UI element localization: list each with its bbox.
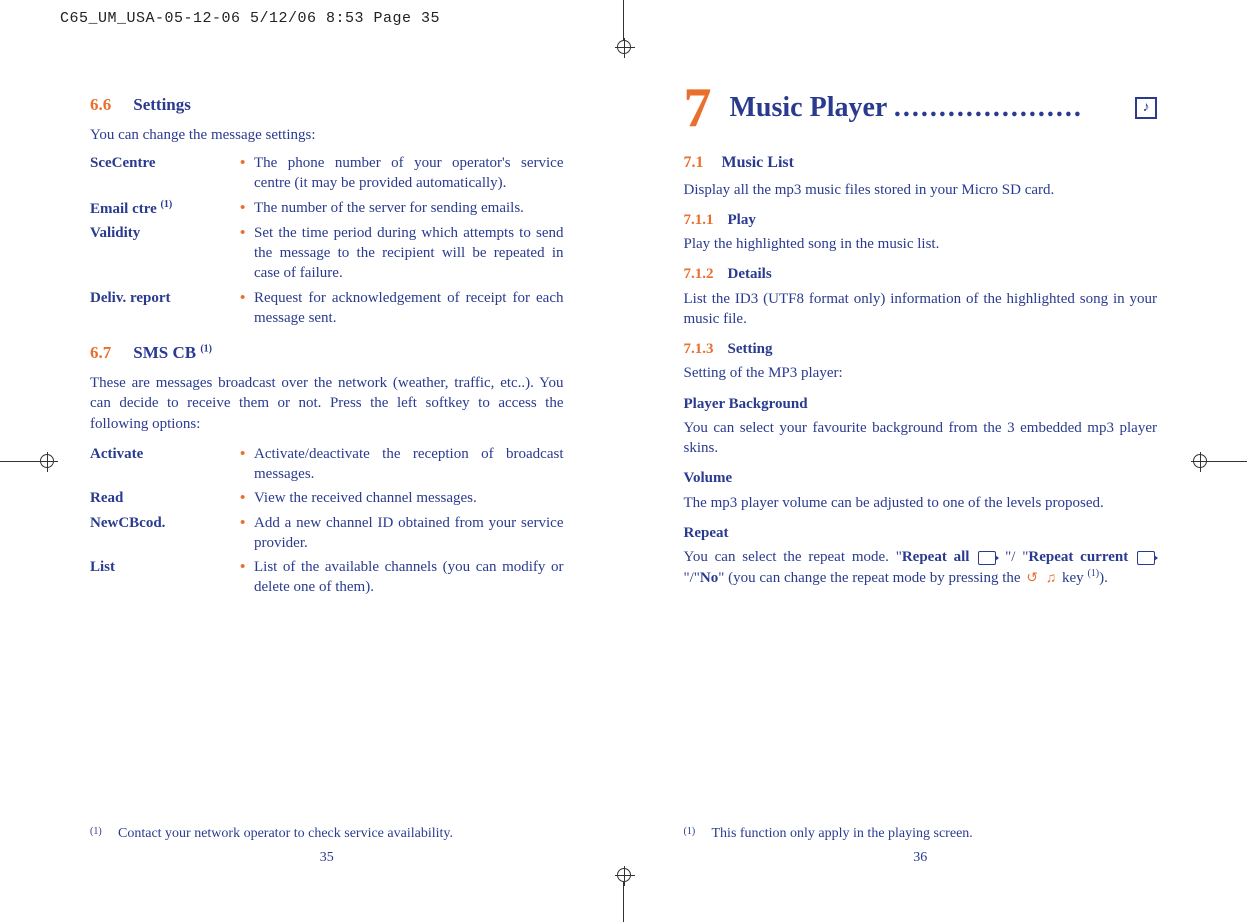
chapter-title: Music Player ..................... (730, 89, 1130, 127)
print-header: C65_UM_USA-05-12-06 5/12/06 8:53 Page 35 (60, 10, 440, 27)
repeat-text: "/ " (998, 549, 1028, 565)
section-7-1-3-body: Setting of the MP3 player: (684, 363, 1158, 383)
repeat-current-label: Repeat current (1028, 549, 1128, 565)
repeat-all-icon (978, 551, 996, 565)
page-spread: 6.6 Settings You can change the message s… (60, 70, 1187, 872)
registration-mark-left (0, 454, 54, 468)
bullet-icon: • (240, 153, 254, 194)
definition-desc: Request for acknowledgement of receipt f… (254, 288, 564, 329)
definition-term: Activate (90, 444, 240, 485)
subsection-number: 7.1.2 (684, 266, 714, 282)
bullet-icon: • (240, 444, 254, 485)
bullet-icon: • (240, 198, 254, 219)
section-7-1-1-heading: 7.1.1 Play (684, 210, 1158, 230)
bullet-icon: • (240, 288, 254, 329)
section-number: 7.1 (684, 154, 704, 171)
definition-desc: The phone number of your operator's serv… (254, 153, 564, 194)
registration-mark-right (1193, 454, 1247, 468)
registration-mark-top (617, 0, 631, 54)
music-note-icon: ♪ (1135, 97, 1157, 119)
bullet-icon: • (240, 513, 254, 554)
definition-desc: The number of the server for sending ema… (254, 198, 564, 219)
section-7-1-1-body: Play the highlighted song in the music l… (684, 234, 1158, 254)
definition-row: SceCentre • The phone number of your ope… (90, 153, 564, 194)
definition-term: Deliv. report (90, 288, 240, 329)
definition-term: List (90, 557, 240, 598)
section-title: SMS CB (1) (133, 343, 212, 362)
section-6-6-heading: 6.6 Settings (90, 94, 564, 117)
footnote-right: (1) This function only apply in the play… (684, 825, 1158, 844)
registration-mark-bottom (617, 868, 631, 922)
bullet-icon: • (240, 223, 254, 284)
repeat-text: You can select the repeat mode. " (684, 549, 902, 565)
definition-row: Deliv. report • Request for acknowledgem… (90, 288, 564, 329)
repeat-text: ). (1099, 570, 1108, 586)
definition-row: Validity • Set the time period during wh… (90, 223, 564, 284)
footnote-text: This function only apply in the playing … (712, 825, 973, 844)
footnote-text: Contact your network operator to check s… (118, 825, 453, 844)
definition-desc: List of the available channels (you can … (254, 557, 564, 598)
definition-row: List • List of the available channels (y… (90, 557, 564, 598)
section-7-1-2-heading: 7.1.2 Details (684, 264, 1158, 284)
section-title: Music List (722, 154, 794, 171)
note-key-icon: ♫ (1046, 570, 1057, 589)
chapter-dots: ..................... (894, 92, 1083, 123)
section-6-7-intro: These are messages broadcast over the ne… (90, 373, 564, 434)
definition-term: NewCBcod. (90, 513, 240, 554)
section-number: 6.6 (90, 95, 111, 114)
repeat-text: key (1062, 570, 1087, 586)
footnote-mark: (1) (684, 825, 712, 844)
loop-key-icon: ↺ (1026, 570, 1038, 589)
section-7-1-2-body: List the ID3 (UTF8 format only) informat… (684, 289, 1158, 330)
footnote-left: (1) Contact your network operator to che… (90, 825, 564, 844)
repeat-all-label: Repeat all (902, 549, 970, 565)
definition-term: Read (90, 488, 240, 508)
bullet-icon: • (240, 557, 254, 598)
subsection-title: Play (728, 212, 756, 228)
player-background-heading: Player Background (684, 394, 1158, 414)
definition-row: NewCBcod. • Add a new channel ID obtaine… (90, 513, 564, 554)
page-number-left: 35 (60, 849, 594, 868)
definition-row: Activate • Activate/deactivate the recep… (90, 444, 564, 485)
section-7-1-heading: 7.1 Music List (684, 152, 1158, 174)
subsection-title: Setting (728, 341, 773, 357)
section-7-1-3-heading: 7.1.3 Setting (684, 339, 1158, 359)
bullet-icon: • (240, 488, 254, 508)
definition-row: Email ctre (1) • The number of the serve… (90, 198, 564, 219)
section-6-7-heading: 6.7 SMS CB (1) (90, 342, 564, 365)
subsection-number: 7.1.1 (684, 212, 714, 228)
definition-term: SceCentre (90, 153, 240, 194)
definition-desc: Set the time period during which attempt… (254, 223, 564, 284)
definition-desc: Add a new channel ID obtained from your … (254, 513, 564, 554)
page-right: 7 Music Player ..................... ♪ 7… (654, 70, 1188, 872)
subsection-title: Details (728, 266, 772, 282)
repeat-no-label: No (700, 570, 718, 586)
section-title: Settings (133, 95, 191, 114)
repeat-heading: Repeat (684, 523, 1158, 543)
footnote-mark: (1) (90, 825, 118, 844)
section-7-1-intro: Display all the mp3 music files stored i… (684, 180, 1158, 200)
chapter-number: 7 (684, 80, 712, 136)
definition-term: Email ctre (1) (90, 198, 240, 219)
section-number: 6.7 (90, 343, 111, 362)
page-number-right: 36 (654, 849, 1188, 868)
volume-body: The mp3 player volume can be adjusted to… (684, 493, 1158, 513)
repeat-body: You can select the repeat mode. "Repeat … (684, 547, 1158, 589)
definition-desc: View the received channel messages. (254, 488, 564, 508)
chapter-heading: 7 Music Player ..................... ♪ (684, 80, 1158, 136)
subsection-number: 7.1.3 (684, 341, 714, 357)
player-background-body: You can select your favourite background… (684, 418, 1158, 459)
section-6-6-intro: You can change the message settings: (90, 125, 564, 145)
volume-heading: Volume (684, 468, 1158, 488)
page-left: 6.6 Settings You can change the message s… (60, 70, 594, 872)
footnote-ref: (1) (1087, 568, 1099, 579)
repeat-current-icon (1137, 551, 1155, 565)
definition-row: Read • View the received channel message… (90, 488, 564, 508)
definition-term: Validity (90, 223, 240, 284)
definition-desc: Activate/deactivate the reception of bro… (254, 444, 564, 485)
repeat-text: " (you can change the repeat mode by pre… (718, 570, 1024, 586)
repeat-text: "/" (684, 570, 700, 586)
chapter-title-text: Music Player (730, 92, 887, 123)
